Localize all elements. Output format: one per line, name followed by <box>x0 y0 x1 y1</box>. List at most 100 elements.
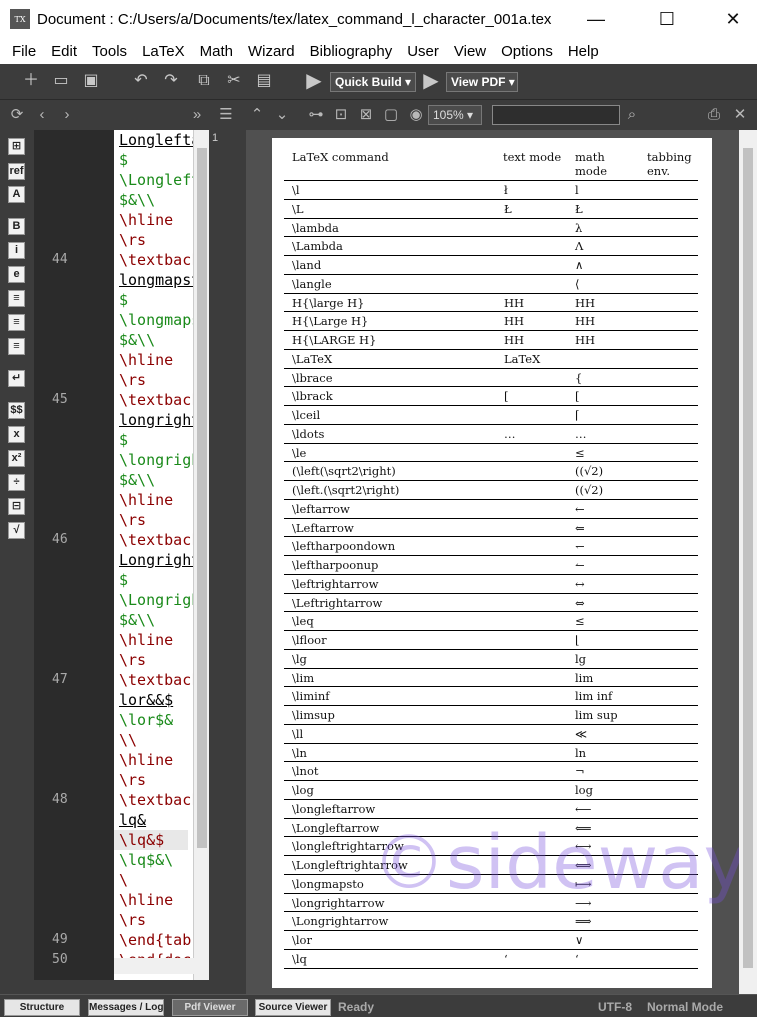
expand-icon[interactable]: » <box>188 106 206 124</box>
left-tool-icon[interactable]: ref <box>8 163 25 180</box>
left-tool-icon[interactable]: e <box>8 266 25 283</box>
editor-scrollbar[interactable] <box>193 130 209 980</box>
left-tool-icon[interactable]: A <box>8 186 25 203</box>
menu-file[interactable]: File <box>12 43 36 60</box>
back-icon[interactable]: ‹ <box>33 106 51 124</box>
code-line[interactable]: $ <box>119 150 128 170</box>
code-line[interactable]: \end{tab <box>119 930 191 950</box>
code-line[interactable]: \Longright <box>119 590 193 610</box>
code-editor[interactable]: Longlefta$\Longlefta$&\\\hline\rs\textba… <box>114 130 193 980</box>
pdf-scrollbar[interactable] <box>739 130 757 994</box>
code-line[interactable]: \textback <box>119 390 193 410</box>
code-line[interactable]: lor&&$ <box>119 690 173 710</box>
code-line[interactable]: $&\\ <box>119 470 155 490</box>
zoom-select[interactable]: 105% ▾ <box>428 105 482 125</box>
view-run-icon[interactable]: ▶ <box>422 71 440 91</box>
code-line[interactable]: $&\\ <box>119 330 155 350</box>
code-line[interactable]: \hline <box>119 750 173 770</box>
menu-bibliography[interactable]: Bibliography <box>310 43 393 60</box>
menu-latex[interactable]: LaTeX <box>142 43 185 60</box>
paste-icon[interactable]: ▤ <box>255 72 273 90</box>
window-icon[interactable]: ▢ <box>382 106 400 124</box>
quick-build-select[interactable]: Quick Build ▾ <box>330 72 416 92</box>
menu-edit[interactable]: Edit <box>51 43 77 60</box>
code-line[interactable]: longmapsto <box>119 270 193 290</box>
fit-width-icon[interactable]: ⊶ <box>307 106 325 124</box>
menu-user[interactable]: User <box>407 43 439 60</box>
sync-icon[interactable]: ⟳ <box>8 106 26 124</box>
code-line[interactable]: \rs <box>119 770 146 790</box>
editor-scroll-thumb[interactable] <box>197 148 207 848</box>
code-line[interactable]: $&\\ <box>119 190 155 210</box>
code-line[interactable]: \Longlefta <box>119 170 193 190</box>
left-tool-icon[interactable]: ↵ <box>8 370 25 387</box>
left-tool-icon[interactable]: ≡ <box>8 338 25 355</box>
editor-h-scrollbar[interactable] <box>114 958 209 974</box>
undo-icon[interactable]: ↶ <box>132 72 150 90</box>
tab-structure[interactable]: Structure <box>4 999 80 1016</box>
code-line[interactable]: $ <box>119 290 128 310</box>
code-line[interactable]: \textback <box>119 530 193 550</box>
tab-source-viewer[interactable]: Source Viewer <box>255 999 331 1016</box>
code-line[interactable]: \rs <box>119 910 146 930</box>
code-line[interactable]: $ <box>119 570 128 590</box>
menu-math[interactable]: Math <box>200 43 233 60</box>
menu-view[interactable]: View <box>454 43 486 60</box>
code-line[interactable]: \textback <box>119 790 193 810</box>
open-folder-icon[interactable]: ▭ <box>52 72 70 90</box>
run-icon[interactable]: ▶ <box>305 71 323 91</box>
code-line[interactable]: \hline <box>119 210 173 230</box>
left-tool-icon[interactable]: x <box>8 426 25 443</box>
code-line[interactable]: \hline <box>119 630 173 650</box>
left-tool-icon[interactable]: $$ <box>8 402 25 419</box>
eye-icon[interactable]: ◉ <box>407 106 425 124</box>
search-icon[interactable]: ⌕ <box>623 106 641 124</box>
redo-icon[interactable]: ↷ <box>162 72 180 90</box>
code-line[interactable]: lq& <box>119 810 146 830</box>
menu-wizard[interactable]: Wizard <box>248 43 295 60</box>
code-line[interactable]: $&\\ <box>119 610 155 630</box>
zoom-box-icon[interactable]: ⊠ <box>357 106 375 124</box>
code-line[interactable]: \hline <box>119 350 173 370</box>
left-tool-icon[interactable]: B <box>8 218 25 235</box>
cut-icon[interactable]: ✂ <box>225 72 243 90</box>
code-line[interactable]: \longright <box>119 450 193 470</box>
copy-icon[interactable]: ⧉ <box>195 72 213 90</box>
code-line[interactable]: \lq&$ <box>114 830 188 850</box>
close-button[interactable]: ✕ <box>710 0 756 38</box>
tab-pdf-viewer[interactable]: Pdf Viewer <box>172 999 248 1016</box>
code-line[interactable]: \lq$&\ <box>119 850 173 870</box>
code-line[interactable]: $ <box>119 430 128 450</box>
left-tool-icon[interactable]: ⊟ <box>8 498 25 515</box>
save-icon[interactable]: ▣ <box>82 72 100 90</box>
code-line[interactable]: \hline <box>119 490 173 510</box>
left-tool-icon[interactable]: ≡ <box>8 290 25 307</box>
menu-options[interactable]: Options <box>501 43 553 60</box>
left-tool-icon[interactable]: ≡ <box>8 314 25 331</box>
code-line[interactable]: \rs <box>119 650 146 670</box>
maximize-button[interactable]: ☐ <box>644 0 690 38</box>
code-line[interactable]: \longmaps <box>119 310 193 330</box>
fit-page-icon[interactable]: ⊡ <box>332 106 350 124</box>
code-line[interactable]: \\ <box>119 730 137 750</box>
pdf-scroll-thumb[interactable] <box>743 148 753 968</box>
code-line[interactable]: \rs <box>119 370 146 390</box>
print-icon[interactable]: ⎙ <box>705 106 723 124</box>
left-tool-icon[interactable]: x² <box>8 450 25 467</box>
left-tool-icon[interactable]: ÷ <box>8 474 25 491</box>
minimize-button[interactable]: — <box>573 0 619 38</box>
code-line[interactable]: \rs <box>119 230 146 250</box>
code-line[interactable]: \lor$& <box>119 710 173 730</box>
left-tool-icon[interactable]: i <box>8 242 25 259</box>
menu-help[interactable]: Help <box>568 43 599 60</box>
view-pdf-select[interactable]: View PDF ▾ <box>446 72 518 92</box>
close-viewer-icon[interactable]: ✕ <box>731 106 749 124</box>
page-down-icon[interactable]: ⌄ <box>273 106 291 124</box>
forward-icon[interactable]: › <box>58 106 76 124</box>
left-tool-icon[interactable]: √ <box>8 522 25 539</box>
code-line[interactable]: Longlefta <box>119 130 193 150</box>
pdf-search-input[interactable] <box>492 105 620 125</box>
tab-messages-log[interactable]: Messages / Log <box>88 999 164 1016</box>
code-line[interactable]: Longright <box>119 550 193 570</box>
code-line[interactable]: \textback <box>119 670 193 690</box>
